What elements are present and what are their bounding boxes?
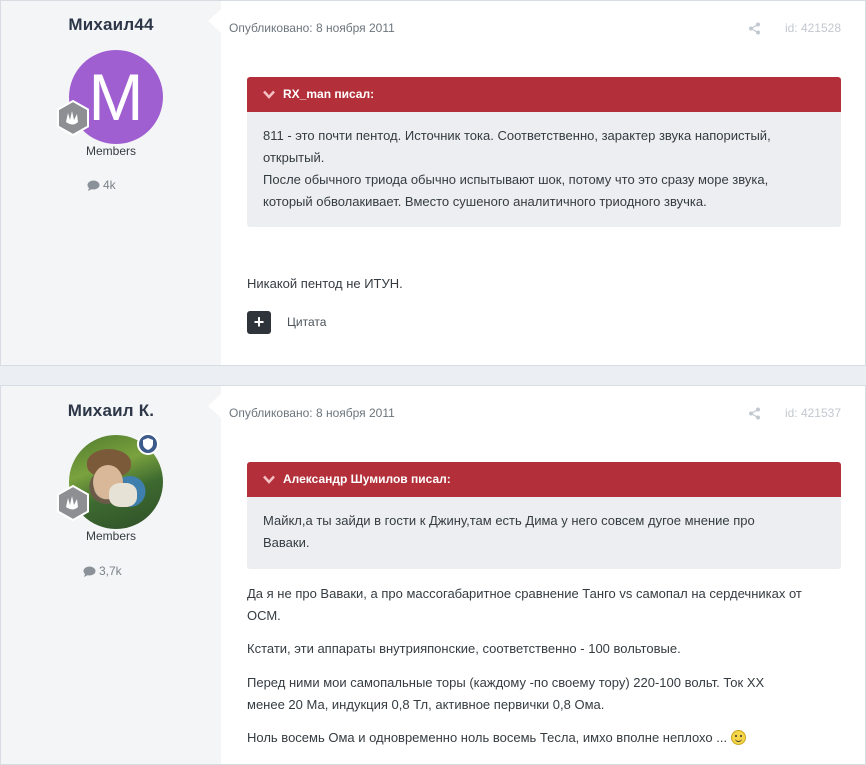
comment-icon xyxy=(83,566,96,577)
post: Михаил К. Members 3,7k Опубликовано: 8 н… xyxy=(0,385,866,765)
quote-line: После обычного триода обычно испытывают … xyxy=(263,172,769,187)
post-body-text: Никакой пентод не ИТУН. xyxy=(247,276,403,291)
rank-badge-icon xyxy=(57,100,89,136)
speech-arrow xyxy=(208,9,221,33)
comment-icon xyxy=(87,180,100,191)
quote-text: 811 - это почти пентод. Источник тока. С… xyxy=(247,112,841,227)
author-panel: Михаил44 M Members 4k xyxy=(1,1,221,365)
multiquote-button[interactable]: + xyxy=(247,311,271,334)
moderator-badge-icon xyxy=(137,433,159,455)
quote-header[interactable]: RX_man писал: xyxy=(247,77,841,112)
avatar[interactable]: M xyxy=(57,50,163,144)
author-panel: Михаил К. Members 3,7k xyxy=(1,386,221,764)
body-line: менее 20 Ма, индукция 0,8 Тл, активное п… xyxy=(247,697,605,712)
quote-line: открытый. xyxy=(263,150,325,165)
body-line: ОСМ. xyxy=(247,608,281,623)
share-icon[interactable] xyxy=(748,22,761,35)
share-icon[interactable] xyxy=(748,407,761,420)
body-line: Перед ними мои самопальные торы (каждому… xyxy=(247,675,765,690)
member-group: Members xyxy=(85,144,136,158)
quote-text: Майкл,а ты зайди в гости к Джину,там ест… xyxy=(247,497,841,568)
post: Михаил44 M Members 4k Опубликовано: 8 но… xyxy=(0,0,866,366)
post-count: 4k xyxy=(87,178,116,192)
quote-line: 811 - это почти пентод. Источник тока. С… xyxy=(263,128,771,143)
quote-button[interactable]: Цитата xyxy=(287,315,326,329)
post-id-link[interactable]: id: 421528 xyxy=(785,21,841,35)
post-count-value: 3,7k xyxy=(99,564,122,578)
author-name-link[interactable]: Михаил44 xyxy=(1,15,221,35)
published-date: Опубликовано: 8 ноября 2011 xyxy=(229,406,395,420)
post-count-value: 4k xyxy=(103,178,116,192)
post-body-text: Да я не про Ваваки, а про массогабаритно… xyxy=(247,583,847,627)
avatar[interactable] xyxy=(57,433,163,529)
chevron-down-icon[interactable] xyxy=(263,475,275,484)
post-body-text: Перед ними мои самопальные торы (каждому… xyxy=(247,672,847,716)
body-line: Да я не про Ваваки, а про массогабаритно… xyxy=(247,586,802,601)
post-body-text: Ноль восемь Ома и одновременно ноль восе… xyxy=(247,727,847,749)
quote-block: Александр Шумилов писал: Майкл,а ты зайд… xyxy=(247,462,841,569)
member-group: Members xyxy=(85,529,136,543)
post-id-link[interactable]: id: 421537 xyxy=(785,406,841,420)
published-date: Опубликовано: 8 ноября 2011 xyxy=(229,21,395,35)
smiley-icon xyxy=(730,730,746,745)
quote-author: Александр Шумилов писал: xyxy=(283,472,451,486)
quote-author: RX_man писал: xyxy=(283,87,375,101)
body-line: Ноль восемь Ома и одновременно ноль восе… xyxy=(247,730,728,745)
author-name-link[interactable]: Михаил К. xyxy=(1,401,221,421)
speech-arrow xyxy=(208,394,221,418)
quote-header[interactable]: Александр Шумилов писал: xyxy=(247,462,841,497)
chevron-down-icon[interactable] xyxy=(263,90,275,99)
post-count: 3,7k xyxy=(83,564,122,578)
rank-badge-icon xyxy=(57,485,89,521)
quote-block: RX_man писал: 811 - это почти пентод. Ис… xyxy=(247,77,841,227)
quote-line: Майкл,а ты зайди в гости к Джину,там ест… xyxy=(263,513,755,528)
quote-line: Ваваки. xyxy=(263,535,310,550)
post-body-text: Кстати, эти аппараты внутрияпонские, соо… xyxy=(247,641,681,656)
quote-line: который обволакивает. Вместо сушеного ан… xyxy=(263,194,707,209)
